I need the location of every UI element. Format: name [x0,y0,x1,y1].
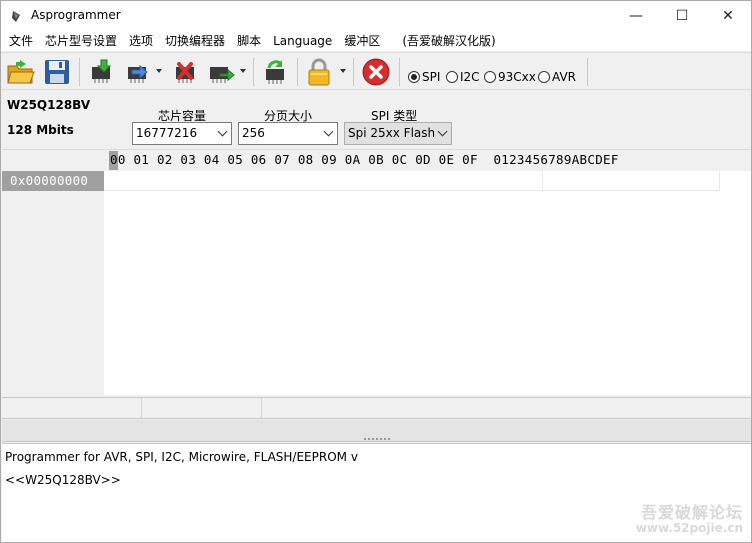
menu-script[interactable]: 脚本 [233,31,265,51]
menu-chip-model[interactable]: 芯片型号设置 [41,31,121,51]
window-title: Asprogrammer [31,8,121,22]
ascii-end-divider [719,171,720,191]
status-divider [141,398,142,418]
toolbar-separator [587,58,588,86]
hex-row [104,190,720,191]
app-icon [12,11,20,22]
menu-language[interactable]: Language [269,31,336,51]
capacity-combo[interactable]: 16777216 [132,122,232,145]
radio-dot [408,71,420,83]
protocol-label: SPI [422,70,441,84]
toolbar-separator [253,58,254,86]
read-chip-button[interactable] [85,56,117,88]
protocol-radio-avr[interactable]: AVR [538,70,576,84]
address-text: 0x00000000 [10,173,89,188]
write-dropdown-arrow[interactable] [156,69,162,73]
address-cell[interactable]: 0x00000000 [2,171,104,191]
log-panel[interactable]: Programmer for AVR, SPI, I2C, Microwire,… [2,443,751,542]
protocol-radio-i2c[interactable]: I2C [446,70,480,84]
toolbar-separator [79,58,80,86]
toolbar-separator [353,58,354,86]
toolbar-separator [399,58,400,86]
minimize-button[interactable]: — [613,1,659,31]
hex-header-text: 00 01 02 03 04 05 06 07 08 09 0A 0B 0C 0… [110,152,619,167]
protocol-label: I2C [460,70,480,84]
padlock-icon [308,58,330,86]
status-bar [2,397,751,419]
floppy-disk-icon [45,60,69,84]
protocol-label: 93Cxx [498,70,536,84]
menu-about-localized[interactable]: (吾爱破解汉化版) [398,31,499,51]
write-chip-button[interactable] [121,56,153,88]
log-line: Programmer for AVR, SPI, I2C, Microwire,… [5,450,358,464]
verify-chip-icon [210,67,235,83]
panel-splitter[interactable] [2,420,751,442]
read-chip-icon [92,59,112,83]
status-divider [261,398,262,418]
close-button[interactable]: ✕ [705,1,751,31]
ascii-divider [542,171,543,191]
protocol-radio-spi[interactable]: SPI [408,70,440,84]
stop-button[interactable] [359,56,393,88]
lock-dropdown-arrow[interactable] [340,69,346,73]
radio-dot [484,71,496,83]
verify-dropdown-arrow[interactable] [240,69,246,73]
verify-chip-button[interactable] [205,56,237,88]
capacity-value: 16777216 [136,126,198,140]
title-bar: Asprogrammer — ☐ ✕ [1,1,751,31]
spi-type-value: Spi 25xx Flash [348,126,436,140]
menu-options[interactable]: 选项 [125,31,157,51]
menu-file[interactable]: 文件 [5,31,37,51]
chevron-down-icon [323,126,334,137]
address-column: 0x00000000 [2,171,104,395]
chevron-down-icon [217,126,228,137]
toolbar: SPI I2C 93Cxx AVR [1,52,751,90]
page-size-combo[interactable]: 256 [238,122,338,145]
protocol-label: AVR [552,70,576,84]
lock-bits-button[interactable] [303,56,335,88]
chevron-down-icon [437,126,448,137]
menu-switch-programmer[interactable]: 切换编程器 [161,31,229,51]
hex-data-area[interactable] [104,171,751,395]
spi-type-combo[interactable]: Spi 25xx Flash [344,122,452,145]
protocol-radio-93cxx[interactable]: 93Cxx [484,70,536,84]
read-id-button[interactable] [259,56,291,88]
erase-chip-icon [176,62,194,83]
watermark-url: www.52pojie.cn [635,521,743,535]
erase-chip-button[interactable] [169,56,201,88]
chip-name: W25Q128BV [7,98,91,112]
toolbar-separator [297,58,298,86]
menu-buffer[interactable]: 缓冲区 [340,31,384,51]
radio-dot [446,71,458,83]
save-file-button[interactable] [41,56,73,88]
app-window: Asprogrammer — ☐ ✕ 文件 芯片型号设置 选项 切换编程器 脚本… [0,0,752,543]
open-file-button[interactable] [5,56,37,88]
chip-size: 128 Mbits [7,123,74,137]
open-folder-icon [7,60,35,84]
splitter-grip[interactable] [364,438,390,440]
watermark-text: 吾爱破解论坛 [640,503,743,522]
refresh-chip-icon [266,60,284,84]
page-size-value: 256 [242,126,265,140]
maximize-button[interactable]: ☐ [659,1,705,31]
stop-error-icon [362,58,390,86]
write-chip-icon [128,64,148,83]
radio-dot [538,71,550,83]
menu-bar: 文件 芯片型号设置 选项 切换编程器 脚本 Language 缓冲区 (吾爱破解… [1,31,751,51]
log-line: <<W25Q128BV>> [5,473,121,487]
